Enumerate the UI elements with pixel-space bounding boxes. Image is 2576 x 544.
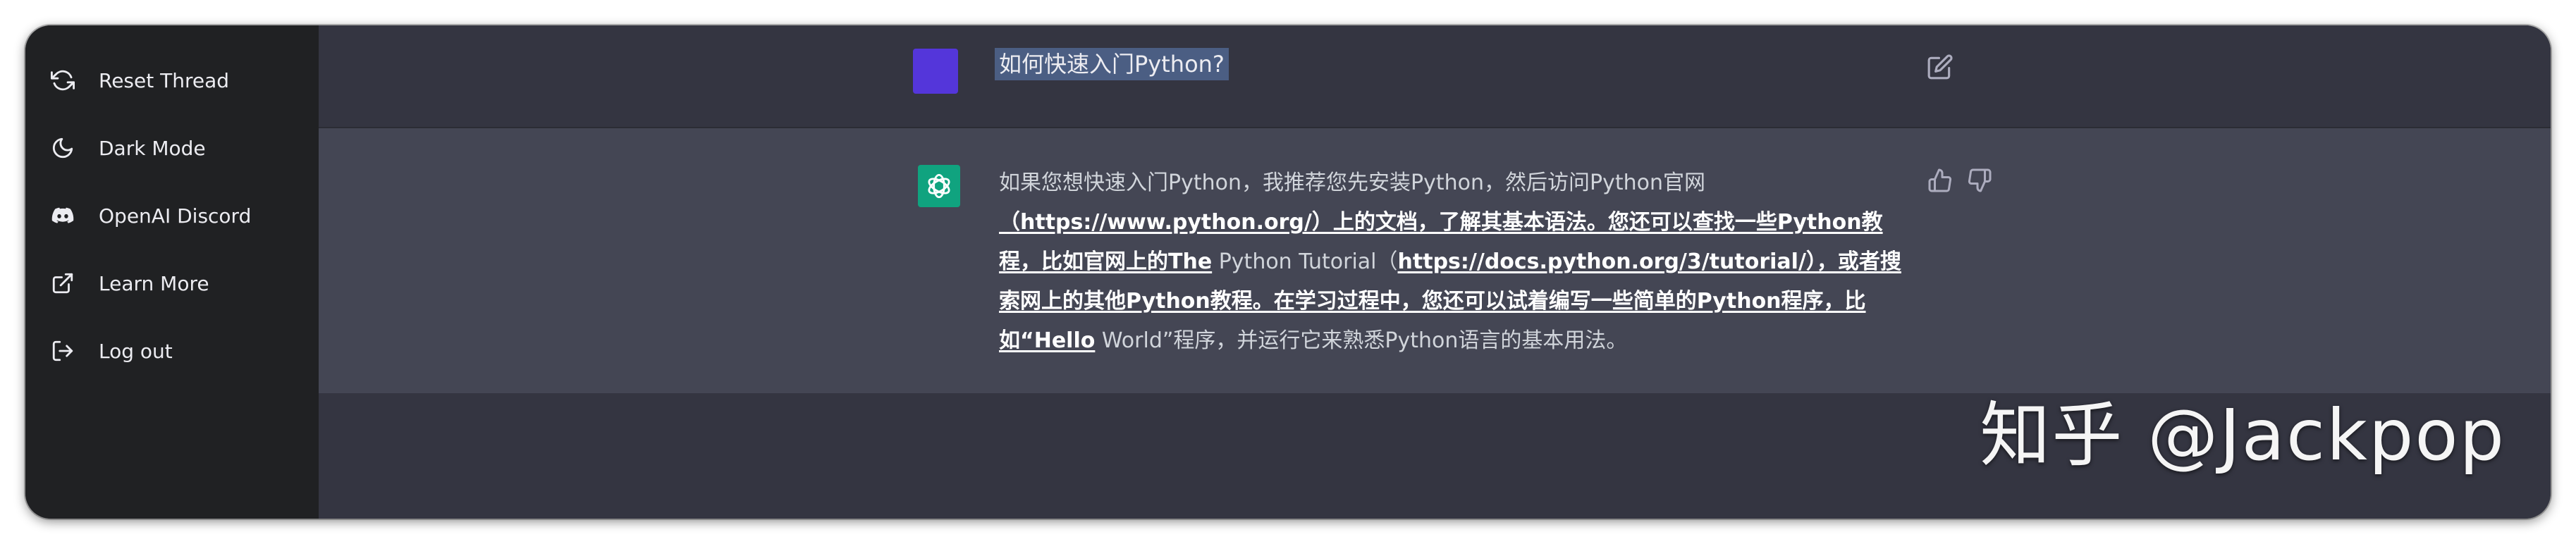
openai-logo-icon bbox=[928, 173, 950, 199]
edit-icon[interactable] bbox=[1927, 54, 1954, 80]
sidebar-item-log-out[interactable]: Log out bbox=[51, 323, 305, 379]
sidebar-item-openai-discord[interactable]: OpenAI Discord bbox=[51, 187, 305, 244]
moon-icon bbox=[52, 137, 73, 159]
sidebar-item-label: Dark Mode bbox=[99, 136, 206, 160]
user-message-row: 如何快速入门Python? bbox=[319, 25, 2551, 128]
assistant-message-row: 如果您想快速入门Python，我推荐您先安装Python，然后访问Python官… bbox=[319, 128, 2551, 393]
conversation-area: 如何快速入门Python? 如果您想快速入门Python，我推荐您先安装Pyth… bbox=[319, 25, 2551, 519]
sidebar-item-label: Log out bbox=[99, 339, 173, 363]
thumbs-down-icon[interactable] bbox=[1967, 168, 1992, 193]
answer-text: World”程序，并运行它来熟悉Python语言的基本用法。 bbox=[1095, 328, 1628, 353]
sidebar-item-label: OpenAI Discord bbox=[99, 204, 252, 228]
assistant-avatar bbox=[918, 165, 960, 207]
sidebar-item-label: Reset Thread bbox=[99, 68, 230, 92]
user-message-text: 如何快速入门Python? bbox=[995, 48, 1229, 80]
app-window: Reset Thread Dark Mode OpenAI Discord Le… bbox=[25, 25, 2551, 519]
answer-text: 如果您想快速入门Python，我推荐您先安装Python，然后访问Python官… bbox=[999, 171, 1705, 195]
user-avatar bbox=[913, 49, 958, 94]
sidebar: Reset Thread Dark Mode OpenAI Discord Le… bbox=[25, 25, 319, 519]
logout-icon bbox=[52, 340, 73, 361]
thumbs-up-icon[interactable] bbox=[1927, 168, 1953, 193]
assistant-message-text: 如果您想快速入门Python，我推荐您先安装Python，然后访问Python官… bbox=[999, 163, 1915, 361]
sidebar-item-label: Learn More bbox=[99, 271, 209, 295]
sidebar-item-learn-more[interactable]: Learn More bbox=[51, 255, 305, 311]
sidebar-item-dark-mode[interactable]: Dark Mode bbox=[51, 120, 305, 176]
external-link-icon bbox=[52, 273, 73, 294]
watermark: 知乎 @Jackpop bbox=[1980, 394, 2506, 476]
discord-icon bbox=[51, 207, 74, 223]
refresh-icon bbox=[51, 70, 75, 91]
sidebar-item-reset-thread[interactable]: Reset Thread bbox=[51, 52, 305, 109]
answer-text: Python Tutorial（ bbox=[1212, 249, 1398, 274]
